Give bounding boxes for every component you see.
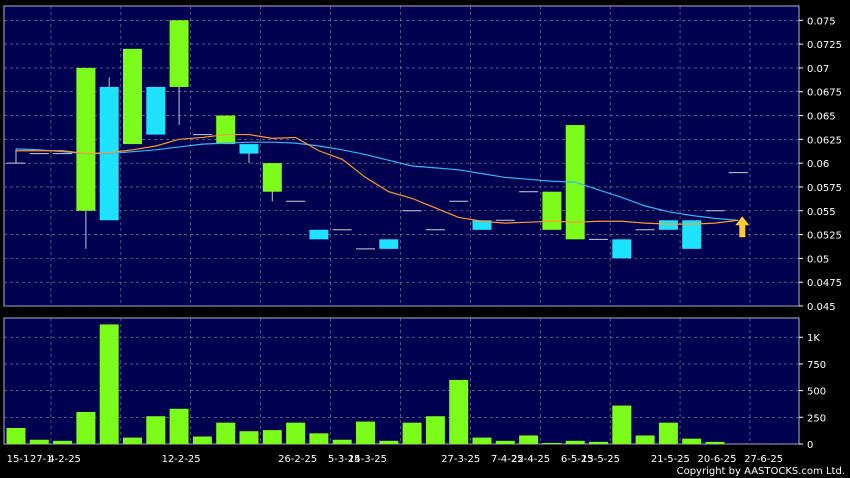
candle-body	[612, 239, 632, 259]
date-tick-label: 27-3-25	[441, 454, 480, 465]
volume-bar	[425, 416, 445, 444]
candle-body	[76, 67, 96, 211]
price-tick-label: 0.055	[807, 207, 836, 218]
candle-body	[309, 229, 329, 240]
candle-body	[542, 191, 562, 230]
volume-bar	[705, 441, 725, 444]
volume-bar	[123, 437, 142, 444]
date-tick-label: 13-5-25	[581, 454, 620, 465]
date-tick-label: 22-4-25	[511, 454, 550, 465]
volume-bar	[449, 379, 469, 444]
volume-bar	[169, 408, 189, 444]
volume-tick-label: 500	[807, 387, 826, 398]
price-tick-label: 0.06	[807, 159, 829, 170]
volume-bar	[239, 431, 259, 444]
date-tick-label: 26-2-25	[278, 454, 317, 465]
volume-tick-label: 0	[807, 440, 813, 451]
price-tick-label: 0.0475	[807, 278, 842, 289]
volume-bar	[309, 433, 329, 444]
volume-bar	[472, 437, 492, 444]
volume-bar	[262, 430, 282, 444]
price-tick-label: 0.0575	[807, 183, 842, 194]
price-tick-label: 0.065	[807, 112, 836, 123]
candle-body	[658, 220, 678, 230]
price-tick-label: 0.045	[807, 302, 836, 313]
volume-bar	[76, 411, 96, 444]
volume-bar	[612, 405, 632, 444]
volume-bar	[542, 442, 562, 444]
price-tick-label: 0.075	[807, 16, 836, 27]
volume-bar	[402, 422, 422, 444]
price-tick-label: 0.07	[807, 64, 829, 75]
volume-bar	[99, 324, 119, 444]
candle-body	[239, 144, 259, 154]
date-tick-label: 4-2-25	[48, 454, 81, 465]
date-tick-label: 14-3-25	[348, 454, 387, 465]
price-tick-label: 0.0625	[807, 135, 842, 146]
volume-bar	[356, 421, 375, 444]
volume-tick-label: 750	[807, 360, 826, 371]
volume-bar	[216, 422, 236, 444]
volume-bar	[658, 422, 678, 444]
volume-bar	[53, 440, 73, 444]
volume-bar	[589, 441, 608, 444]
candle-body	[216, 115, 236, 145]
candle-body	[169, 20, 189, 87]
date-tick-label: 12-2-25	[162, 454, 201, 465]
candle-body	[262, 163, 282, 192]
volume-bar	[332, 439, 352, 444]
price-tick-label: 0.0675	[807, 88, 842, 99]
price-tick-label: 0.0525	[807, 231, 842, 242]
volume-bar	[379, 440, 399, 444]
date-tick-label: 20-6-25	[697, 454, 736, 465]
date-tick-label: 27-6-25	[744, 454, 783, 465]
volume-bar	[565, 440, 585, 444]
candle-body	[146, 86, 166, 135]
copyright-text: Copyright by AASTOCKS.com Ltd.	[677, 466, 845, 477]
volume-bar	[682, 438, 702, 444]
candle-body	[123, 48, 142, 145]
volume-bar	[495, 440, 515, 444]
candle-body	[379, 239, 399, 249]
stock-chart: 0.075 0.0725 0.07 0.0675 0.065 0.0625 0.06 0.05…	[0, 0, 850, 478]
price-tick-label: 0.05	[807, 254, 829, 265]
price-tick-label: 0.0725	[807, 40, 842, 51]
volume-bar	[29, 439, 49, 444]
volume-bar	[192, 436, 212, 444]
volume-bar	[635, 435, 655, 444]
volume-bar	[519, 435, 539, 444]
volume-tick-label: 1K	[807, 333, 820, 344]
date-tick-label: 21-5-25	[651, 454, 690, 465]
volume-bar	[146, 416, 166, 444]
volume-tick-label: 250	[807, 413, 826, 424]
volume-bar	[6, 427, 26, 444]
date-tick-label: 15-1	[7, 454, 30, 465]
volume-bar	[286, 422, 306, 444]
